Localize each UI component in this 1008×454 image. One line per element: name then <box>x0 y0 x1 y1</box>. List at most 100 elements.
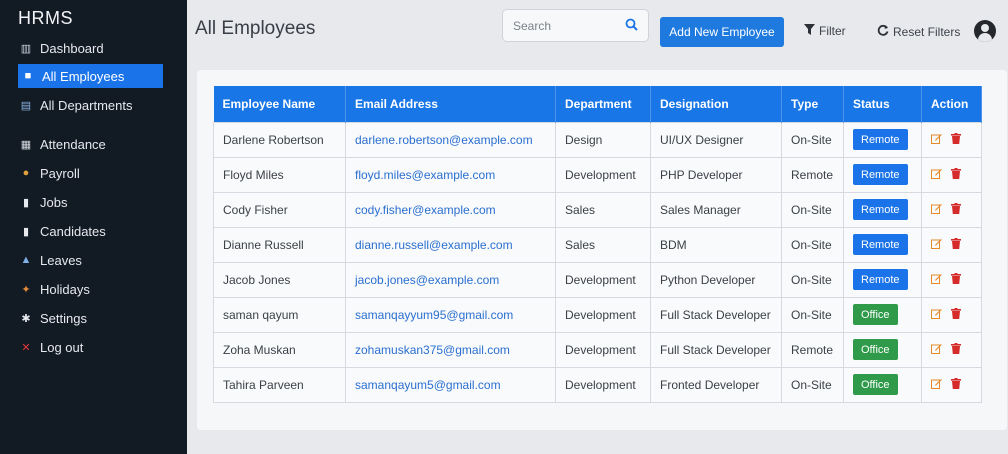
close-icon: ✕ <box>21 341 31 354</box>
status-cell: Office <box>843 331 922 368</box>
sidebar-item-jobs[interactable]: ▮ Jobs <box>18 190 163 214</box>
sidebar-item-candidates[interactable]: ▮ Candidates <box>18 219 163 243</box>
sidebar-item-label: All Employees <box>42 68 125 84</box>
delete-icon[interactable] <box>951 167 961 182</box>
reset-filters-button[interactable]: Reset Filters <box>877 24 960 39</box>
email-cell[interactable]: floyd.miles@example.com <box>345 156 556 193</box>
sidebar-item-label: Holidays <box>40 281 90 297</box>
status-badge[interactable]: Remote <box>853 234 908 255</box>
department-cell: Sales <box>555 226 651 263</box>
column-header-type[interactable]: Type <box>781 86 844 122</box>
sidebar-item-label: Leaves <box>40 252 82 268</box>
email-cell[interactable]: jacob.jones@example.com <box>345 261 556 298</box>
edit-icon[interactable] <box>931 273 942 287</box>
delete-icon[interactable] <box>951 272 961 287</box>
type-cell: On-Site <box>781 261 844 298</box>
leaves-icon: ▲ <box>20 254 32 266</box>
edit-icon[interactable] <box>931 133 942 147</box>
department-cell: Development <box>555 261 651 298</box>
reset-filters-label: Reset Filters <box>893 24 961 39</box>
user-icon: ■ <box>24 70 32 82</box>
department-cell: Development <box>555 366 651 403</box>
status-badge[interactable]: Remote <box>853 269 908 290</box>
column-header-action: Action <box>921 86 982 122</box>
column-header-status[interactable]: Status <box>843 86 922 122</box>
status-cell: Remote <box>843 156 922 193</box>
filter-button[interactable]: Filter <box>804 24 846 38</box>
add-employee-button[interactable]: Add New Employee <box>660 17 784 47</box>
table-row[interactable]: Zoha Muskan zohamuskan375@gmail.com Develo… <box>213 331 982 368</box>
department-cell: Development <box>555 331 651 368</box>
table-row[interactable]: Dianne Russell dianne.russell@example.com… <box>213 226 982 263</box>
email-cell[interactable]: samanqayum5@gmail.com <box>345 366 556 403</box>
employees-table: Employee Name Email Address Department D… <box>213 86 982 403</box>
edit-icon[interactable] <box>931 343 942 357</box>
delete-icon[interactable] <box>951 132 961 147</box>
user-avatar-icon[interactable] <box>974 20 996 42</box>
status-cell: Remote <box>843 121 922 158</box>
email-cell[interactable]: darlene.robertson@example.com <box>345 121 556 158</box>
status-badge[interactable]: Remote <box>853 129 908 150</box>
sidebar-item-label: Log out <box>40 339 84 355</box>
edit-icon[interactable] <box>931 238 942 252</box>
status-badge[interactable]: Office <box>853 304 898 325</box>
action-cell <box>921 296 982 333</box>
action-cell <box>921 156 982 193</box>
edit-icon[interactable] <box>931 203 942 217</box>
sidebar-item-label: All Departments <box>40 97 133 113</box>
action-group <box>931 167 972 182</box>
page-title: All Employees <box>195 18 316 39</box>
status-badge[interactable]: Remote <box>853 199 908 220</box>
status-cell: Remote <box>843 261 922 298</box>
sidebar-item-holidays[interactable]: ✦ Holidays <box>18 277 163 301</box>
sidebar-item-all-departments[interactable]: ▤ All Departments <box>18 93 163 117</box>
column-header-email[interactable]: Email Address <box>345 86 556 122</box>
search-input[interactable] <box>513 18 613 33</box>
delete-icon[interactable] <box>951 377 961 392</box>
delete-icon[interactable] <box>951 237 961 252</box>
email-cell[interactable]: cody.fisher@example.com <box>345 191 556 228</box>
email-cell[interactable]: zohamuskan375@gmail.com <box>345 331 556 368</box>
table-row[interactable]: Darlene Robertson darlene.robertson@examp… <box>213 121 982 158</box>
table-row[interactable]: Cody Fisher cody.fisher@example.com Sales S… <box>213 191 982 228</box>
status-badge[interactable]: Office <box>853 339 898 360</box>
delete-icon[interactable] <box>951 307 961 322</box>
edit-icon[interactable] <box>931 168 942 182</box>
designation-cell: PHP Developer <box>650 156 782 193</box>
sidebar-item-all-employees[interactable]: ■ All Employees <box>18 64 163 88</box>
search-icon[interactable] <box>625 18 638 34</box>
money-bag-icon: ● <box>22 167 30 179</box>
column-header-name[interactable]: Employee Name <box>213 86 346 122</box>
sidebar-item-payroll[interactable]: ● Payroll <box>18 161 163 185</box>
column-header-designation[interactable]: Designation <box>650 86 782 122</box>
employee-name-cell: Zoha Muskan <box>213 331 346 368</box>
table-row[interactable]: Floyd Miles floyd.miles@example.com Develo… <box>213 156 982 193</box>
email-cell[interactable]: samanqayyum95@gmail.com <box>345 296 556 333</box>
column-header-department[interactable]: Department <box>555 86 651 122</box>
sidebar-item-settings[interactable]: ✱ Settings <box>18 306 163 330</box>
sidebar-item-dashboard[interactable]: ▥ Dashboard <box>18 36 163 60</box>
sidebar-item-log-out[interactable]: ✕ Log out <box>18 335 163 359</box>
designation-cell: UI/UX Designer <box>650 121 782 158</box>
status-badge[interactable]: Office <box>853 374 898 395</box>
designation-cell: Full Stack Developer <box>650 331 782 368</box>
action-group <box>931 237 972 252</box>
edit-icon[interactable] <box>931 308 942 322</box>
status-cell: Office <box>843 296 922 333</box>
filter-label: Filter <box>819 24 846 38</box>
holiday-icon: ✦ <box>21 283 31 296</box>
sidebar-item-leaves[interactable]: ▲ Leaves <box>18 248 163 272</box>
edit-icon[interactable] <box>931 378 942 392</box>
table-row[interactable]: Jacob Jones jacob.jones@example.com Develo… <box>213 261 982 298</box>
status-badge[interactable]: Remote <box>853 164 908 185</box>
action-cell <box>921 366 982 403</box>
delete-icon[interactable] <box>951 202 961 217</box>
sidebar-item-label: Attendance <box>40 136 106 152</box>
search-box[interactable] <box>502 9 649 42</box>
table-row[interactable]: saman qayum samanqayyum95@gmail.com Develo… <box>213 296 982 333</box>
brand-logo: HRMS <box>18 8 73 28</box>
sidebar-item-attendance[interactable]: ▦ Attendance <box>18 132 163 156</box>
delete-icon[interactable] <box>951 342 961 357</box>
table-row[interactable]: Tahira Parveen samanqayum5@gmail.com Devel… <box>213 366 982 403</box>
email-cell[interactable]: dianne.russell@example.com <box>345 226 556 263</box>
